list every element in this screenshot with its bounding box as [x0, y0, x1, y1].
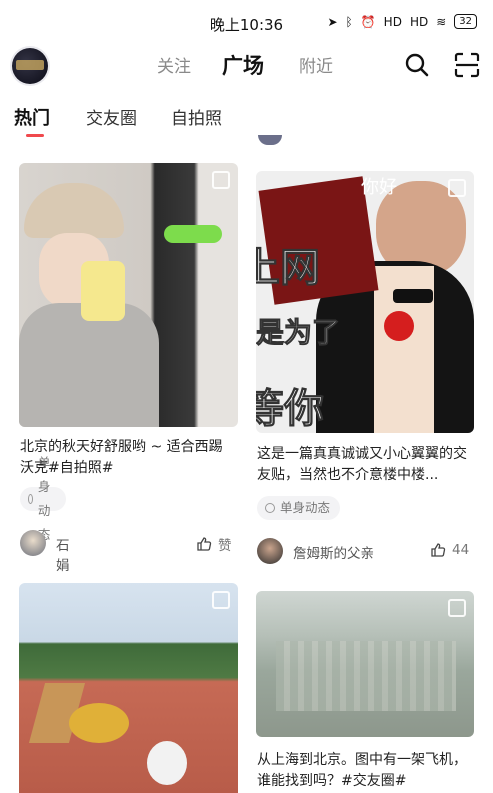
app-logo-avatar[interactable]	[12, 48, 48, 84]
bluetooth-icon: ᛒ	[345, 14, 353, 29]
thumbs-up-icon	[431, 543, 446, 557]
like-button[interactable]: 赞	[196, 534, 232, 554]
post-caption[interactable]: 从上海到北京。图中有一架飞机，谁能找到吗？#交友圈#	[257, 750, 469, 792]
avatar[interactable]	[20, 530, 46, 556]
topic-tag[interactable]: 单身动态	[257, 496, 341, 520]
avatar	[258, 135, 282, 145]
post-caption[interactable]: 这是一篇真真诚诚又小心翼翼的交友贴，当然也不介意楼中楼...	[257, 444, 469, 486]
tab-nearby[interactable]: 附近	[299, 52, 333, 77]
signal-icon: HD	[383, 14, 402, 29]
status-icons: ➤ ᛒ ⏰ HD HD ≋ 32	[327, 14, 477, 29]
multi-image-icon	[212, 591, 230, 609]
thumbs-up-icon	[197, 537, 212, 551]
tab-square[interactable]: 广场	[222, 50, 264, 80]
username[interactable]: 石娟	[56, 534, 70, 574]
like-button[interactable]: 44	[430, 542, 469, 558]
subtab-selfie[interactable]: 自拍照	[171, 104, 222, 129]
active-tab-indicator	[26, 134, 44, 137]
search-icon[interactable]	[404, 52, 430, 78]
tab-following[interactable]: 关注	[157, 52, 191, 77]
tag-icon	[265, 503, 275, 513]
post-image[interactable]	[19, 583, 238, 793]
alarm-icon: ⏰	[360, 14, 376, 29]
overlay-text: 等你	[256, 386, 325, 433]
subtab-hot[interactable]: 热门	[14, 104, 50, 130]
topic-tag[interactable]: 单身动态	[20, 455, 66, 542]
scan-icon[interactable]	[454, 52, 480, 78]
multi-image-icon	[448, 179, 466, 197]
tag-icon	[28, 494, 33, 504]
post-image[interactable]	[256, 591, 474, 737]
post-image[interactable]	[19, 163, 238, 427]
subtab-friends[interactable]: 交友圈	[86, 104, 137, 129]
battery-icon: 32	[454, 14, 477, 29]
username[interactable]: 詹姆斯的父亲	[293, 542, 374, 562]
multi-image-icon	[212, 171, 230, 189]
wifi-icon: ≋	[436, 14, 447, 29]
post-image[interactable]: 你好 上网 是为了 等你	[256, 171, 474, 433]
avatar[interactable]	[257, 538, 283, 564]
overlay-text: 你好	[361, 177, 397, 198]
signal-icon-2: HD	[409, 14, 429, 29]
overlay-text: 上网	[256, 245, 321, 292]
multi-image-icon	[448, 599, 466, 617]
overlay-text: 是为了	[256, 316, 341, 350]
location-icon: ➤	[327, 14, 338, 29]
